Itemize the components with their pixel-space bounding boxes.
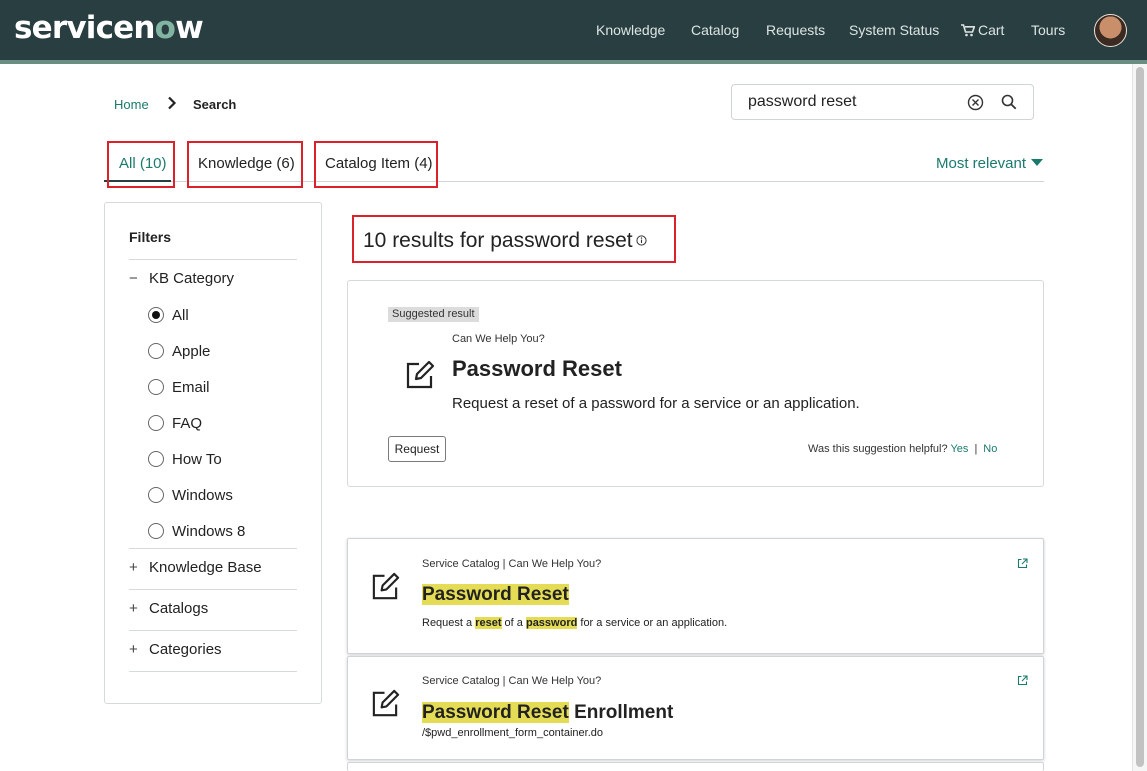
chevron-right-icon <box>168 96 177 110</box>
nav-system-status[interactable]: System Status <box>849 22 939 38</box>
edit-form-icon <box>406 360 435 389</box>
edit-form-icon <box>372 572 400 600</box>
radio-option-windows-8[interactable]: Windows 8 <box>148 523 245 540</box>
suggested-result-badge: Suggested result <box>388 307 479 322</box>
filter-section-knowledge-base[interactable]: + Knowledge Base <box>129 559 262 576</box>
suggested-result-description: Request a reset of a password for a serv… <box>452 395 860 412</box>
breadcrumb-home-link[interactable]: Home <box>114 97 149 112</box>
suggested-result-title[interactable]: Password Reset <box>452 356 622 382</box>
radio-button[interactable] <box>148 343 164 359</box>
breadcrumb-current: Search <box>193 97 237 112</box>
feedback-no-link[interactable]: No <box>983 443 997 455</box>
radio-option-how-to[interactable]: How To <box>148 451 222 468</box>
result-description: Request a reset of a password for a serv… <box>422 617 728 629</box>
result-title[interactable]: Password Reset Enrollment <box>422 702 673 724</box>
tab-catalog-item[interactable]: Catalog Item (4) <box>325 155 433 172</box>
nav-cart[interactable]: Cart <box>961 22 1004 38</box>
external-link-icon[interactable] <box>1017 558 1028 569</box>
tab-knowledge[interactable]: Knowledge (6) <box>198 155 295 172</box>
result-card[interactable] <box>347 762 1044 771</box>
search-input[interactable] <box>732 85 952 119</box>
result-source: Service Catalog | Can We Help You? <box>422 675 602 687</box>
radio-option-email[interactable]: Email <box>148 379 210 396</box>
filters-divider <box>129 671 297 672</box>
scrollbar-thumb[interactable] <box>1136 67 1144 767</box>
suggested-result-source: Can We Help You? <box>452 333 545 345</box>
radio-option-faq[interactable]: FAQ <box>148 415 202 432</box>
filters-divider <box>129 589 297 590</box>
nav-knowledge[interactable]: Knowledge <box>596 22 665 38</box>
nav-catalog[interactable]: Catalog <box>691 22 739 38</box>
collapse-minus-icon: − <box>129 270 138 287</box>
caret-down-icon <box>1031 159 1044 166</box>
cart-icon <box>961 24 975 37</box>
page-scrollbar[interactable] <box>1132 64 1147 771</box>
result-description: /$pwd_enrollment_form_container.do <box>422 727 604 739</box>
suggestion-feedback: Was this suggestion helpful? Yes | No <box>808 443 998 455</box>
result-source: Service Catalog | Can We Help You? <box>422 558 602 570</box>
radio-option-windows[interactable]: Windows <box>148 487 233 504</box>
filter-section-kb-category[interactable]: − KB Category <box>129 270 234 287</box>
radio-button[interactable] <box>148 379 164 395</box>
radio-button[interactable] <box>148 415 164 431</box>
filters-divider <box>129 630 297 631</box>
filters-divider <box>129 259 297 260</box>
filter-section-categories[interactable]: + Categories <box>129 641 222 658</box>
header-accent-stripe <box>0 60 1147 64</box>
radio-button[interactable] <box>148 523 164 539</box>
radio-button[interactable] <box>148 451 164 467</box>
expand-plus-icon: + <box>129 641 138 658</box>
clear-circle-icon[interactable] <box>967 94 984 111</box>
info-icon[interactable] <box>636 235 647 246</box>
tab-all[interactable]: All (10) <box>119 155 167 172</box>
request-button[interactable]: Request <box>388 436 446 462</box>
expand-plus-icon: + <box>129 559 138 576</box>
expand-plus-icon: + <box>129 600 138 617</box>
filters-title: Filters <box>129 229 172 245</box>
results-heading: 10 results for password reset <box>363 229 647 253</box>
radio-button[interactable] <box>148 307 164 323</box>
nav-requests[interactable]: Requests <box>766 22 825 38</box>
edit-form-icon <box>372 689 400 717</box>
feedback-yes-link[interactable]: Yes <box>950 443 968 455</box>
active-tab-underline <box>104 180 171 182</box>
servicenow-logo[interactable]: servicenow <box>14 10 204 46</box>
result-title[interactable]: Password Reset <box>422 584 569 606</box>
nav-tours[interactable]: Tours <box>1031 22 1065 38</box>
user-avatar[interactable] <box>1094 14 1127 47</box>
filter-section-catalogs[interactable]: + Catalogs <box>129 600 208 617</box>
radio-option-all[interactable]: All <box>148 307 189 324</box>
filters-divider <box>129 548 297 549</box>
search-icon[interactable] <box>1001 94 1017 110</box>
external-link-icon[interactable] <box>1017 675 1028 686</box>
radio-button[interactable] <box>148 487 164 503</box>
sort-dropdown[interactable]: Most relevant <box>936 155 1044 172</box>
radio-option-apple[interactable]: Apple <box>148 343 210 360</box>
tabs-divider <box>104 181 1044 182</box>
